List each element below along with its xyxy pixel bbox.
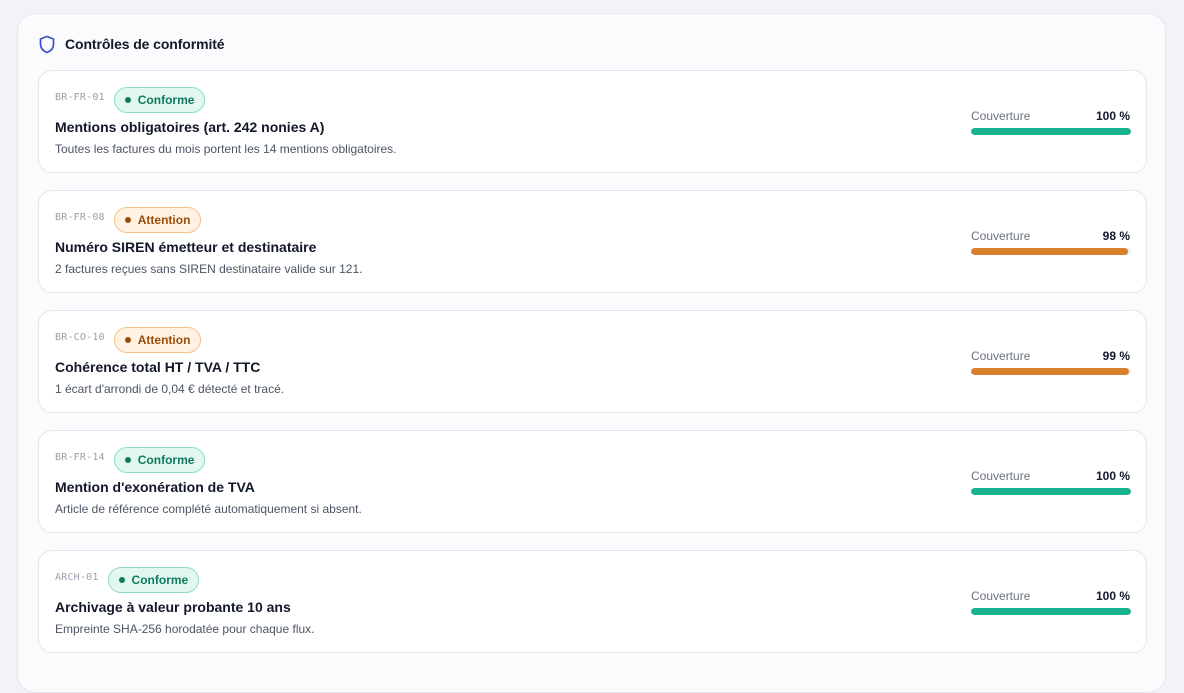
check-code: ARCH-01 (55, 572, 99, 583)
panel-header: Contrôles de conformité (38, 34, 225, 54)
compliance-panel: Contrôles de conformité BR-FR-01 Conforme… (17, 13, 1166, 693)
coverage-bar (971, 488, 1131, 495)
shield-icon (38, 35, 56, 54)
status-badge: Attention (113, 327, 202, 353)
status-label: Conforme (131, 573, 189, 587)
check-title: Mention d'exonération de TVA (55, 479, 255, 495)
status-label: Conforme (137, 453, 195, 467)
coverage-label: Couverture (971, 229, 1031, 243)
coverage-label: Couverture (971, 349, 1031, 363)
check-description: Empreinte SHA-256 horodatée pour chaque … (55, 622, 315, 636)
check-card[interactable]: BR-FR-08 Attention Numéro SIREN émetteur e… (38, 190, 1147, 293)
coverage-bar-fill (971, 608, 1131, 615)
coverage-label: Couverture (971, 109, 1031, 123)
coverage-bar-fill (971, 128, 1131, 135)
status-dot-icon (118, 577, 125, 583)
status-badge: Conforme (107, 567, 200, 593)
check-title: Cohérence total HT / TVA / TTC (55, 359, 261, 375)
status-badge: Conforme (113, 87, 206, 113)
coverage-bar-fill (971, 248, 1128, 255)
coverage-value: 98 % (1102, 229, 1130, 243)
panel-title: Contrôles de conformité (65, 36, 225, 52)
check-description: Article de référence complété automatiqu… (55, 502, 362, 516)
coverage-bar-fill (971, 368, 1130, 375)
status-badge: Attention (113, 207, 202, 233)
check-code: BR-FR-14 (55, 452, 105, 463)
check-card[interactable]: ARCH-01 Conforme Archivage à valeur proban… (38, 550, 1147, 653)
check-card[interactable]: BR-FR-14 Conforme Mention d'exonération de… (38, 430, 1147, 533)
coverage-label: Couverture (971, 589, 1031, 603)
check-title: Archivage à valeur probante 10 ans (55, 599, 291, 615)
coverage-bar (971, 608, 1131, 615)
check-title: Numéro SIREN émetteur et destinataire (55, 239, 317, 255)
check-card[interactable]: BR-FR-01 Conforme Mentions obligatoires (a… (38, 70, 1147, 173)
coverage-label: Couverture (971, 469, 1031, 483)
check-code: BR-FR-08 (55, 212, 105, 223)
coverage-bar (971, 128, 1131, 135)
status-badge: Conforme (113, 447, 206, 473)
coverage-value: 100 % (1095, 469, 1130, 483)
status-dot-icon (124, 217, 131, 223)
coverage-bar (971, 248, 1131, 255)
check-description: Toutes les factures du mois portent les … (55, 142, 397, 156)
check-description: 2 factures reçues sans SIREN destinatair… (55, 262, 363, 276)
status-label: Attention (137, 213, 191, 227)
coverage-value: 100 % (1095, 589, 1130, 603)
coverage-value: 100 % (1095, 109, 1130, 123)
check-title: Mentions obligatoires (art. 242 nonies A… (55, 119, 325, 135)
check-code: BR-FR-01 (55, 92, 105, 103)
coverage-bar (971, 368, 1131, 375)
check-description: 1 écart d'arrondi de 0,04 € détecté et t… (55, 382, 285, 396)
status-dot-icon (124, 337, 131, 343)
status-dot-icon (124, 457, 131, 463)
status-label: Conforme (137, 93, 195, 107)
check-code: BR-CO-10 (55, 332, 105, 343)
coverage-value: 99 % (1102, 349, 1130, 363)
coverage-bar-fill (971, 488, 1131, 495)
status-label: Attention (137, 333, 191, 347)
status-dot-icon (124, 97, 131, 103)
check-card[interactable]: BR-CO-10 Attention Cohérence total HT / TV… (38, 310, 1147, 413)
